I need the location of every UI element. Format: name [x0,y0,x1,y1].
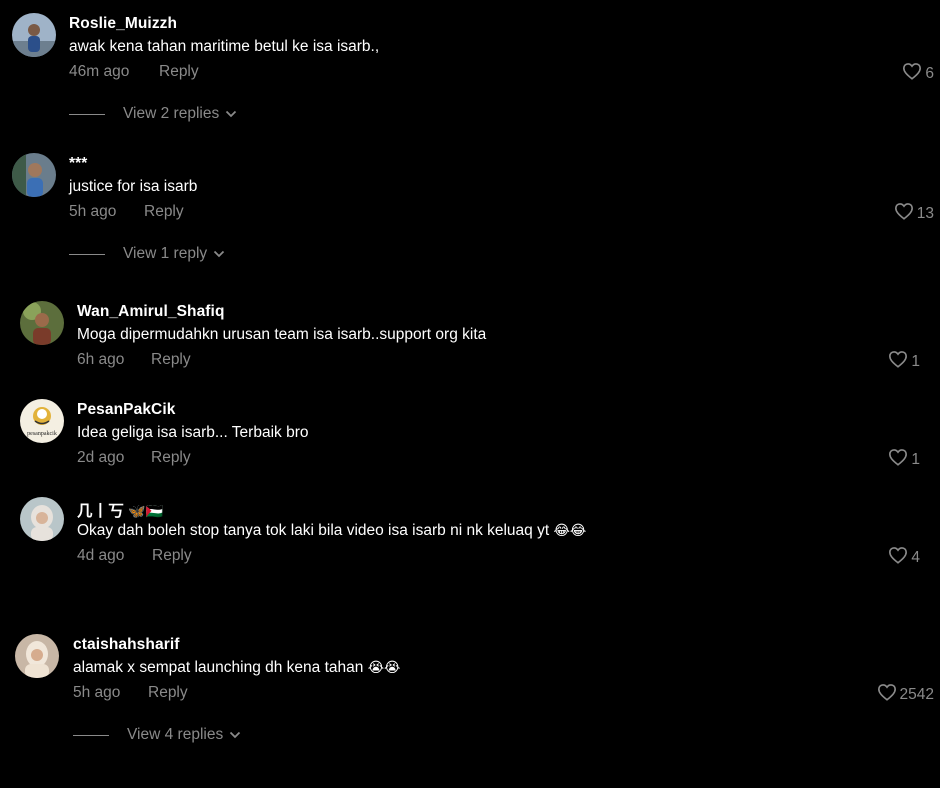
like-count: 6 [925,64,934,82]
laughing-emoji: 😂😂 [553,523,587,539]
comment-text-body: Okay dah boleh stop tanya tok laki bila … [77,522,550,539]
avatar[interactable] [12,153,56,197]
comment-timestamp: 2d ago [77,449,125,466]
view-replies-label: View 2 replies [123,105,220,122]
heart-icon [894,202,914,225]
avatar-logo-icon: pesanpakcik [20,399,64,443]
reply-button[interactable]: Reply [159,63,199,81]
avatar[interactable] [20,497,64,541]
view-replies-label: View 4 replies [127,726,224,743]
view-replies-button[interactable]: View 2 replies [69,105,237,123]
like-button[interactable]: 1 [888,448,920,471]
comment-timestamp: 4d ago [77,547,125,564]
heart-icon [888,350,908,373]
avatar[interactable] [20,301,64,345]
avatar[interactable] [15,634,59,678]
avatar[interactable]: pesanpakcik [20,399,64,443]
heart-icon [902,62,922,85]
chevron-down-icon [225,110,237,118]
comment-text: awak kena tahan maritime betul ke isa is… [69,38,380,55]
avatar-photo-icon [20,301,64,345]
reply-button[interactable]: Reply [152,547,192,565]
username[interactable]: 几丨丂 🦋🇵🇸 [77,499,163,521]
view-replies-label: View 1 reply [123,245,208,262]
like-count: 1 [911,450,920,468]
comment-text-body: alamak x sempat launching dh kena tahan [73,659,364,676]
avatar-photo-icon [12,153,56,197]
reply-button[interactable]: Reply [148,684,188,702]
heart-icon [877,683,897,706]
like-button[interactable]: 13 [894,202,934,225]
avatar[interactable] [12,13,56,57]
chevron-down-icon [229,731,241,739]
reply-button[interactable]: Reply [144,203,184,221]
like-button[interactable]: 1 [888,350,920,373]
divider-line [69,253,105,255]
divider-line [73,734,109,736]
like-count: 2542 [899,685,934,703]
comment-timestamp: 46m ago [69,63,130,80]
crying-emoji: 😭😭 [367,660,401,676]
view-replies-button[interactable]: View 4 replies [73,726,241,744]
divider-line [69,113,105,115]
username[interactable]: *** [69,155,87,173]
like-count: 13 [916,204,934,222]
comment-text: Moga dipermudahkn urusan team isa isarb.… [77,326,487,343]
comment-text: alamak x sempat launching dh kena tahan … [73,659,400,677]
username[interactable]: PesanPakCik [77,401,175,419]
username[interactable]: Roslie_Muizzh [69,15,177,33]
like-count: 1 [911,352,920,370]
avatar-photo-icon [12,13,56,57]
comment-text: Okay dah boleh stop tanya tok laki bila … [77,522,586,540]
like-button[interactable]: 4 [888,546,920,569]
chevron-down-icon [213,250,225,258]
comment-timestamp: 5h ago [69,203,117,220]
view-replies-button[interactable]: View 1 reply [69,245,225,263]
avatar-photo-icon [20,497,64,541]
svg-text:pesanpakcik: pesanpakcik [27,431,57,437]
reply-button[interactable]: Reply [151,449,191,467]
comment-timestamp: 5h ago [73,684,121,701]
reply-button[interactable]: Reply [151,351,191,369]
username-emoji: 🦋🇵🇸 [128,504,164,520]
like-count: 4 [911,548,920,566]
comment-text: justice for isa isarb [69,178,198,195]
heart-icon [888,546,908,569]
comment-timestamp: 6h ago [77,351,125,368]
username[interactable]: ctaishahsharif [73,636,180,654]
like-button[interactable]: 6 [902,62,934,85]
avatar-photo-icon [15,634,59,678]
heart-icon [888,448,908,471]
comment-text: Idea geliga isa isarb... Terbaik bro [77,424,309,441]
username[interactable]: Wan_Amirul_Shafiq [77,303,225,321]
username-text: 几丨丂 [77,503,124,520]
like-button[interactable]: 2542 [877,683,934,706]
